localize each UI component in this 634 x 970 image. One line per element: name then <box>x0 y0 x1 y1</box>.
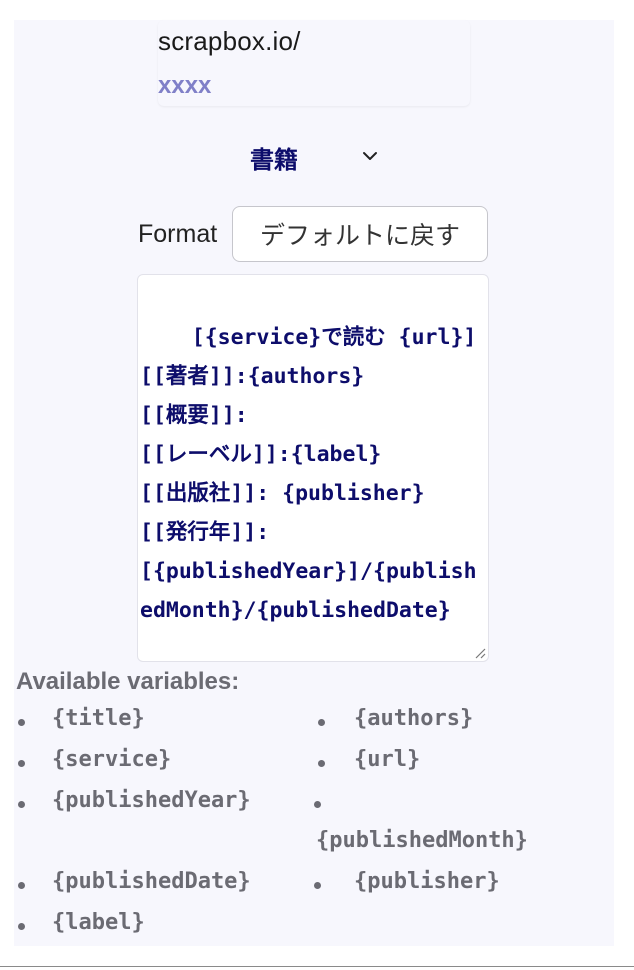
variable-item: {publisher} <box>354 869 500 894</box>
project-name-input[interactable] <box>158 68 464 104</box>
format-template-text: [{service}で読む {url}] [[著者]]:{authors} [[… <box>140 325 477 623</box>
settings-panel: scrapbox.io/ 書籍 Format デフォルトに戻す [{servic… <box>14 20 614 946</box>
bullet-icon <box>18 719 25 726</box>
variable-item: {publishedYear} <box>52 788 251 813</box>
bullet-icon <box>18 923 25 930</box>
bullet-icon <box>314 882 321 889</box>
available-variables-title: Available variables: <box>16 668 240 695</box>
variable-item: {label} <box>52 910 145 935</box>
scrapbox-url-prefix: scrapbox.io/ <box>158 26 301 56</box>
bullet-icon <box>18 760 25 767</box>
bullet-icon <box>18 882 25 889</box>
format-template-textarea[interactable]: [{service}で読む {url}] [[著者]]:{authors} [[… <box>137 274 489 662</box>
chevron-down-icon <box>363 152 377 160</box>
resize-grip-icon[interactable] <box>474 647 486 659</box>
content-type-selected: 書籍 <box>250 146 298 174</box>
variable-item: {title} <box>52 706 145 731</box>
bullet-icon <box>318 719 325 726</box>
bottom-divider <box>0 966 634 967</box>
bullet-icon <box>314 801 321 808</box>
variable-item: {publishedMonth} <box>316 828 528 853</box>
bullet-icon <box>18 801 25 808</box>
bullet-icon <box>318 760 325 767</box>
variable-item: {publishedDate} <box>52 869 251 894</box>
content-type-select[interactable]: 書籍 <box>244 136 384 176</box>
variable-item: {url} <box>354 747 421 772</box>
reset-default-button[interactable]: デフォルトに戻す <box>232 206 488 262</box>
format-label: Format <box>138 220 218 248</box>
variable-item: {authors} <box>354 706 474 731</box>
variable-item: {service} <box>52 747 172 772</box>
